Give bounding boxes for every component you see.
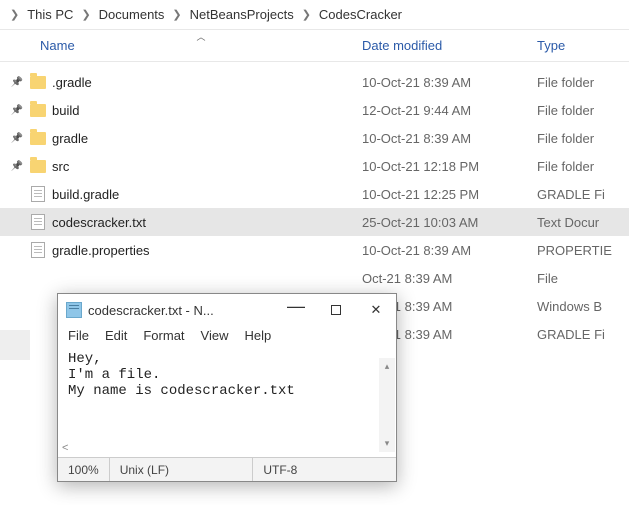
file-date: 12-Oct-21 9:44 AM — [362, 103, 537, 118]
file-name: gradle — [52, 131, 362, 146]
menu-help[interactable]: Help — [244, 328, 271, 343]
chevron-right-icon: ❯ — [6, 8, 23, 21]
minimize-button[interactable]: — — [276, 294, 316, 326]
notepad-title: codescracker.txt - N... — [88, 303, 276, 318]
file-row[interactable]: build.gradle10-Oct-21 12:25 PMGRADLE Fi — [0, 180, 629, 208]
file-icon — [24, 214, 52, 230]
file-type: GRADLE Fi — [537, 327, 605, 342]
file-name: build.gradle — [52, 187, 362, 202]
file-row[interactable]: codescracker.txt25-Oct-21 10:03 AMText D… — [0, 208, 629, 236]
notepad-statusbar: 100% Unix (LF) UTF-8 — [58, 457, 396, 481]
status-encoding: UTF-8 — [253, 458, 396, 481]
folder-icon — [24, 132, 52, 145]
notepad-textarea[interactable]: Hey, I'm a file. My name is codescracker… — [58, 349, 396, 439]
file-row[interactable]: gradle.properties10-Oct-21 8:39 AMPROPER… — [0, 236, 629, 264]
chevron-right-icon: ❯ — [298, 8, 315, 21]
file-type: File folder — [537, 75, 594, 90]
breadcrumb-item[interactable]: Documents — [95, 7, 169, 22]
file-row[interactable]: 📌 .gradle10-Oct-21 8:39 AMFile folder — [0, 68, 629, 96]
file-icon — [24, 242, 52, 258]
notepad-titlebar[interactable]: codescracker.txt - N... — — [58, 294, 396, 326]
folder-icon — [24, 76, 52, 89]
maximize-button[interactable] — [316, 294, 356, 326]
close-icon — [371, 302, 382, 318]
file-name: codescracker.txt — [52, 215, 362, 230]
folder-icon — [24, 160, 52, 173]
file-date: 10-Oct-21 8:39 AM — [362, 243, 537, 258]
pin-icon[interactable]: 📌 — [10, 161, 24, 172]
folder-icon — [24, 104, 52, 117]
pin-icon[interactable]: 📌 — [10, 77, 24, 88]
file-type: GRADLE Fi — [537, 187, 605, 202]
file-date: 10-Oct-21 8:39 AM — [362, 75, 537, 90]
side-highlight — [0, 330, 30, 360]
file-type: File folder — [537, 159, 594, 174]
file-date: 25-Oct-21 10:03 AM — [362, 215, 537, 230]
menu-edit[interactable]: Edit — [105, 328, 127, 343]
menu-format[interactable]: Format — [143, 328, 184, 343]
chevron-right-icon: ❯ — [77, 8, 94, 21]
breadcrumb-item[interactable]: This PC — [23, 7, 77, 22]
file-type: File folder — [537, 131, 594, 146]
file-type: Windows B — [537, 299, 602, 314]
file-type: PROPERTIE — [537, 243, 612, 258]
pin-icon[interactable]: 📌 — [10, 133, 24, 144]
status-eol: Unix (LF) — [110, 458, 254, 481]
file-row[interactable]: Oct-21 8:39 AMFile — [0, 264, 629, 292]
file-date: 10-Oct-21 8:39 AM — [362, 131, 537, 146]
file-date: 10-Oct-21 12:18 PM — [362, 159, 537, 174]
file-name: .gradle — [52, 75, 362, 90]
file-type: File — [537, 271, 558, 286]
file-row[interactable]: 📌 build12-Oct-21 9:44 AMFile folder — [0, 96, 629, 124]
column-type[interactable]: Type — [537, 38, 629, 53]
breadcrumb-item[interactable]: CodesCracker — [315, 7, 406, 22]
scrollbar-vertical[interactable]: ▴▾ — [379, 358, 395, 452]
file-icon — [24, 186, 52, 202]
menu-file[interactable]: File — [68, 328, 89, 343]
file-name: gradle.properties — [52, 243, 362, 258]
notepad-menu: File Edit Format View Help — [58, 326, 396, 349]
file-name: src — [52, 159, 362, 174]
notepad-window[interactable]: codescracker.txt - N... — File Edit Form… — [57, 293, 397, 482]
file-row[interactable]: 📌 gradle10-Oct-21 8:39 AMFile folder — [0, 124, 629, 152]
column-date[interactable]: Date modified — [362, 38, 537, 53]
file-type: Text Docur — [537, 215, 599, 230]
pin-icon[interactable]: 📌 — [10, 105, 24, 116]
sort-indicator: ︿ — [40, 30, 362, 43]
status-zoom: 100% — [58, 458, 110, 481]
chevron-right-icon: ❯ — [168, 8, 185, 21]
notepad-icon — [66, 302, 82, 318]
close-button[interactable] — [356, 294, 396, 326]
menu-view[interactable]: View — [201, 328, 229, 343]
file-name: build — [52, 103, 362, 118]
file-row[interactable]: 📌 src10-Oct-21 12:18 PMFile folder — [0, 152, 629, 180]
file-date: 10-Oct-21 12:25 PM — [362, 187, 537, 202]
file-date: Oct-21 8:39 AM — [362, 271, 537, 286]
breadcrumb[interactable]: ❯ This PC ❯ Documents ❯ NetBeansProjects… — [0, 0, 629, 30]
file-type: File folder — [537, 103, 594, 118]
breadcrumb-item[interactable]: NetBeansProjects — [186, 7, 298, 22]
scrollbar-horizontal[interactable]: <> — [58, 439, 396, 457]
